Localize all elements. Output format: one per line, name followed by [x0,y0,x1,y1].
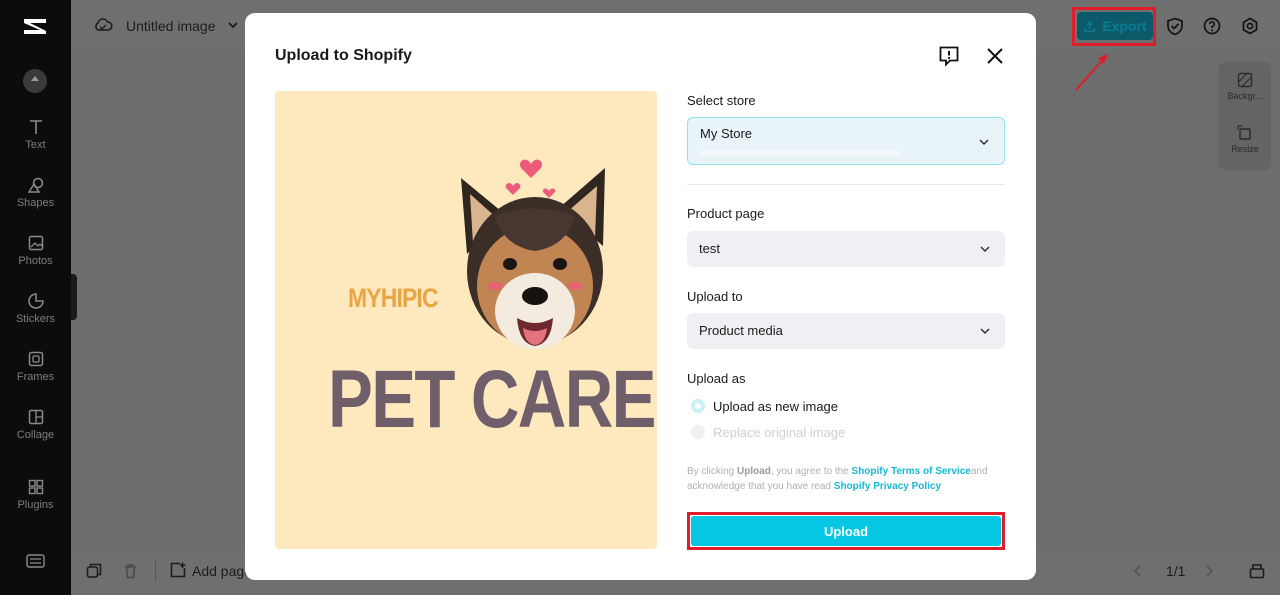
background-icon [1237,72,1253,88]
background-label: Backgr... [1227,91,1263,101]
sidebar-item-label: Stickers [15,313,56,325]
resize-label: Resize [1231,144,1259,154]
resize-tool[interactable]: Resize [1219,125,1271,154]
upload-to-shopify-dialog: Upload to Shopify MYHIPIC PET CARE Selec… [245,13,1036,580]
text-icon [29,120,42,134]
left-sidebar: Text Shapes Photos Stickers Frames Colla… [0,0,71,595]
sidebar-item-label: Text [25,139,46,151]
chevron-down-icon [980,246,990,253]
right-tool-panel: Backgr... Resize [1219,62,1271,170]
duplicate-icon[interactable] [86,563,102,579]
sidebar-item-frames[interactable]: Frames [0,350,71,383]
shield-icon[interactable] [1166,17,1184,36]
upload-highlight-box [687,512,1005,550]
upload-to-value: Product media [699,323,783,338]
preview-brand-text: MYHIPIC [348,283,439,313]
sidebar-item-collage[interactable]: Collage [0,408,71,441]
preview-headline-text: PET CARE [328,354,656,445]
sidebar-item-shapes[interactable]: Shapes [0,176,71,209]
store-url-placeholder [700,150,900,156]
sidebar-item-label: Plugins [17,499,54,511]
stickers-icon [27,293,44,309]
sidebar-item-label: Frames [16,371,55,383]
shapes-icon [27,177,43,193]
chevron-down-icon [979,139,989,146]
select-store-label: Select store [687,93,756,108]
image-preview: MYHIPIC PET CARE [275,91,657,549]
divider [155,561,156,581]
sidebar-collapse-handle[interactable] [71,274,77,320]
select-store-dropdown[interactable]: My Store [687,117,1005,165]
upload-as-label: Upload as [687,371,746,386]
sidebar-item-photos[interactable]: Photos [0,234,71,267]
divider [687,184,1005,185]
sidebar-item-label: Photos [18,255,53,267]
collage-icon [28,409,43,425]
terms-bold: Upload [737,466,771,477]
plugins-icon [28,479,43,495]
sidebar-item-label: Collage [16,429,55,441]
cloud-icon[interactable] [93,17,113,33]
frames-icon [28,351,43,367]
sidebar-item-stickers[interactable]: Stickers [0,292,71,325]
sidebar-item-label: Shapes [16,197,55,209]
dog-illustration [461,159,605,349]
terms-notice: By clicking Upload, you agree to the Sho… [687,464,1005,506]
gear-icon[interactable] [1241,17,1259,35]
sidebar-item-plugins[interactable]: Plugins [0,478,71,511]
dialog-title: Upload to Shopify [275,47,412,64]
photos-icon [28,235,43,251]
background-tool[interactable]: Backgr... [1219,72,1271,101]
shopify-privacy-link[interactable]: Shopify Privacy Policy [834,481,941,492]
add-page-button[interactable]: Add page [192,563,252,579]
document-title[interactable]: Untitled image [126,18,216,34]
upload-as-new-label[interactable]: Upload as new image [713,399,838,414]
replace-original-radio[interactable] [691,425,705,439]
annotation-arrow [1075,54,1108,91]
feedback-icon[interactable] [938,45,960,67]
page-counter: 1/1 [1166,563,1186,579]
chevron-down-icon[interactable] [227,19,239,31]
upload-as-new-radio[interactable] [691,399,705,413]
product-page-value: test [699,241,720,256]
replace-original-label[interactable]: Replace original image [713,425,845,440]
add-page-icon[interactable] [170,562,186,578]
chevron-left-icon[interactable] [1133,564,1143,578]
chevron-down-icon [980,328,990,335]
avatar[interactable] [23,69,47,93]
resize-icon [1237,125,1251,140]
upload-to-label: Upload to [687,289,743,304]
capcut-logo-icon[interactable] [22,15,48,37]
terms-text: , you agree to the [770,466,852,477]
upload-to-dropdown[interactable]: Product media [687,313,1005,349]
product-page-label: Product page [687,206,765,221]
product-page-dropdown[interactable]: test [687,231,1005,267]
terms-text: By clicking [687,466,738,477]
sidebar-item-text[interactable]: Text [0,118,71,151]
keyboard-icon[interactable] [26,554,45,568]
help-icon[interactable] [1203,17,1221,35]
select-store-value: My Store [700,126,753,141]
close-icon[interactable] [985,46,1005,66]
chevron-right-icon[interactable] [1204,564,1214,578]
trash-icon[interactable] [123,563,138,579]
export-highlight-box [1072,7,1156,46]
pages-panel-icon[interactable] [1249,563,1265,579]
shopify-terms-link[interactable]: Shopify Terms of Service [852,466,971,477]
